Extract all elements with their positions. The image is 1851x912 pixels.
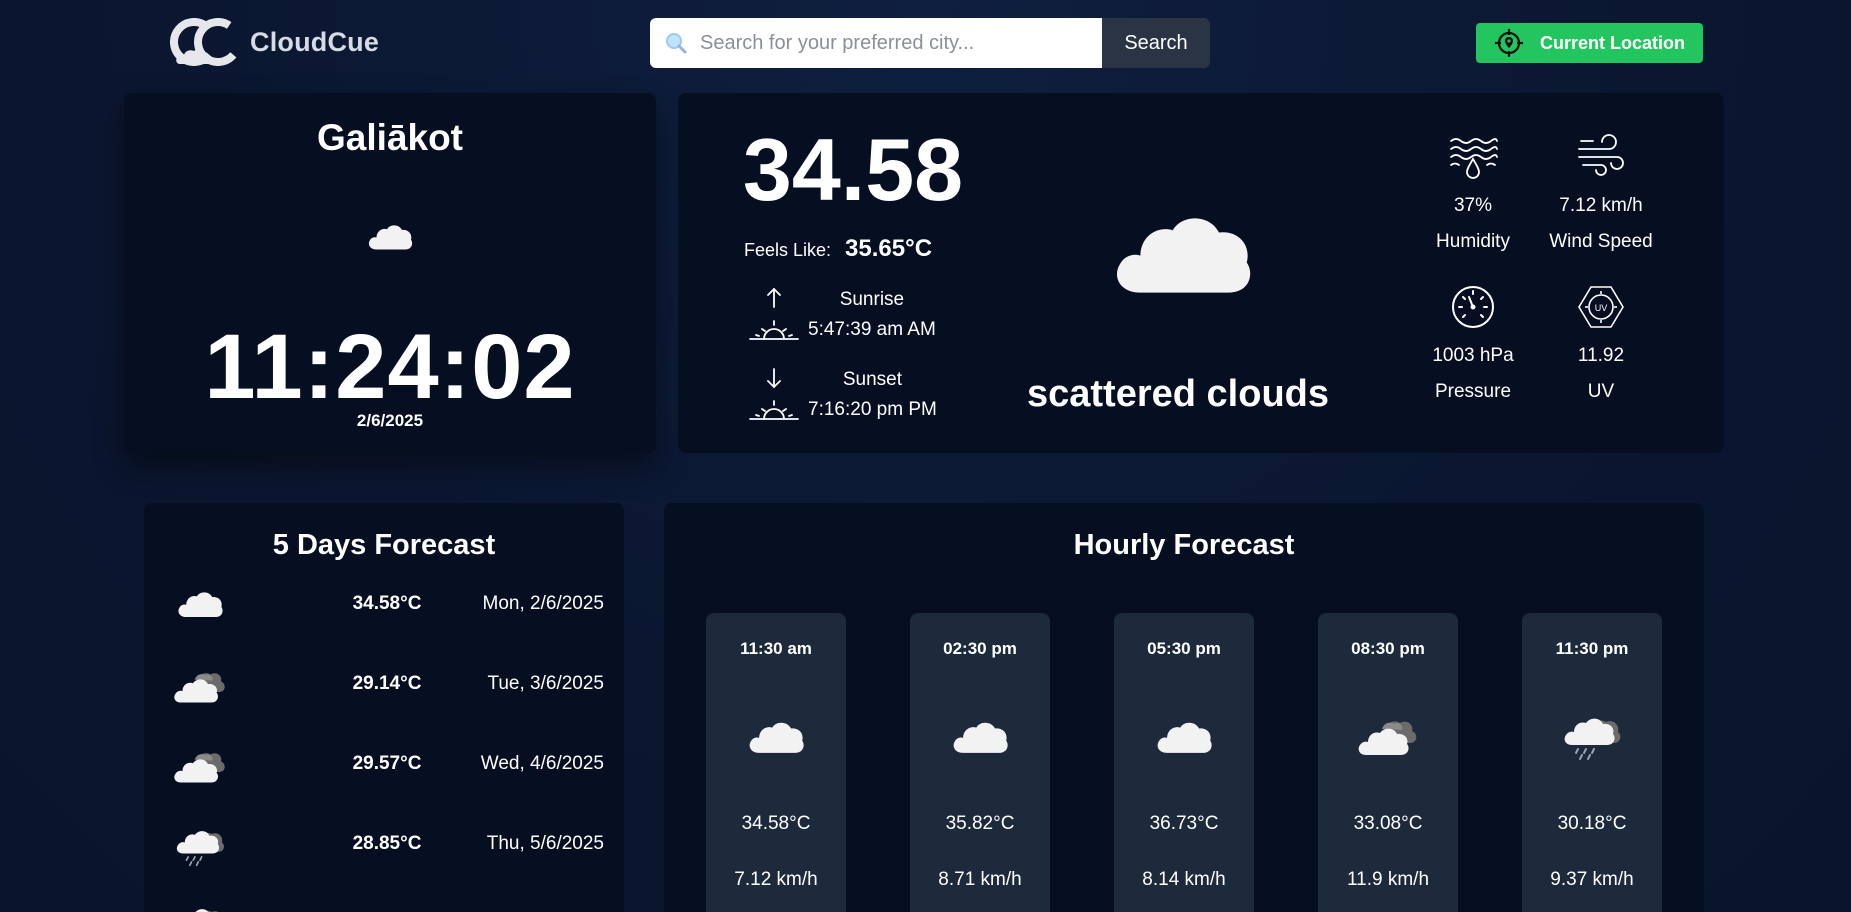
feels-like: Feels Like: 35.65°C xyxy=(744,235,932,263)
condition-cloud-icon xyxy=(1108,203,1256,299)
hourly-time: 02:30 pm xyxy=(943,639,1017,658)
hourly-item: 08:30 pm 33.08°C 11.9 km/h xyxy=(1318,613,1458,912)
forecast-temp: 28.85°C xyxy=(352,833,422,854)
search-field[interactable] xyxy=(650,18,1102,68)
hourly-time: 08:30 pm xyxy=(1351,639,1425,658)
five-day-title: 5 Days Forecast xyxy=(272,529,496,561)
wind-value: 7.12 km/h xyxy=(1559,195,1643,216)
hourly-temp: 34.58°C xyxy=(741,813,811,834)
forecast-date: Thu, 5/6/2025 xyxy=(486,833,604,854)
forecast-temp: 29.14°C xyxy=(352,673,422,694)
wind-stat: 7.12 km/h Wind Speed xyxy=(1536,133,1666,253)
humidity-icon xyxy=(1450,138,1498,179)
search-input[interactable] xyxy=(700,31,1088,55)
hourly-item: 11:30 pm 30.18°C 9.37 km/h xyxy=(1522,613,1662,912)
pressure-label: Pressure xyxy=(1434,381,1512,402)
sunset: Sunset 7:16:20 pm PM xyxy=(746,365,937,425)
uv-value: 11.92 xyxy=(1577,345,1625,366)
wind-icon xyxy=(1578,134,1624,176)
forecast-date: Wed, 4/6/2025 xyxy=(480,753,604,774)
search-bar: Search xyxy=(650,18,1210,68)
hourly-time: 05:30 pm xyxy=(1147,639,1221,658)
rain-cloud-icon xyxy=(172,901,228,912)
forecast-temp: 34.58°C xyxy=(352,593,422,614)
city-card: Galiākot 11:24:02 2/6/2025 xyxy=(124,93,656,453)
current-location-label: Current Location xyxy=(1539,32,1685,53)
uv-label: UV xyxy=(1587,381,1615,402)
cloud-icon xyxy=(953,722,1008,753)
forecast-date: Tue, 3/6/2025 xyxy=(487,673,604,694)
hourly-time: 11:30 am xyxy=(740,639,812,658)
broken-clouds-icon xyxy=(172,663,228,707)
search-icon xyxy=(666,33,687,54)
pressure-stat: 1003 hPa Pressure xyxy=(1408,283,1538,403)
sunrise-icon xyxy=(749,287,799,340)
sunset-label: Sunset xyxy=(842,369,902,390)
condition-text: scattered clouds xyxy=(1027,373,1329,415)
broken-clouds-icon xyxy=(172,743,228,787)
cloudcue-logo-icon xyxy=(170,18,242,66)
broken-clouds-icon xyxy=(1356,709,1420,761)
uv-index-icon: UV xyxy=(1578,286,1624,328)
rain-cloud-icon xyxy=(1560,709,1624,761)
wind-label: Wind Speed xyxy=(1549,231,1653,252)
pressure-gauge-icon xyxy=(1452,286,1494,328)
cloud-icon xyxy=(178,592,223,618)
forecast-row: 29.57°C Wed, 4/6/2025 xyxy=(172,743,604,787)
feels-like-label: Feels Like: xyxy=(744,240,832,260)
forecast-row: 29.14°C Tue, 3/6/2025 xyxy=(172,663,604,707)
hourly-title: Hourly Forecast xyxy=(1073,529,1295,561)
hourly-temp: 30.18°C xyxy=(1557,813,1627,834)
humidity-stat: 37% Humidity xyxy=(1408,133,1538,253)
hourly-wind: 9.37 km/h xyxy=(1550,869,1634,890)
cloud-icon xyxy=(1157,722,1212,753)
cloud-icon xyxy=(366,221,414,251)
sunset-time: 7:16:20 pm PM xyxy=(808,399,937,420)
forecast-temp: 29.57°C xyxy=(352,753,422,774)
forecast-date: Mon, 2/6/2025 xyxy=(482,593,604,614)
hourly-forecast-card: Hourly Forecast 11:30 am 34.58°C 7.12 km… xyxy=(664,503,1704,912)
current-temperature: 34.58 xyxy=(742,120,964,219)
hourly-item: 11:30 am 34.58°C 7.12 km/h xyxy=(706,613,846,912)
pressure-value: 1003 hPa xyxy=(1432,345,1514,366)
brand-name: CloudCue xyxy=(250,26,380,57)
humidity-label: Humidity xyxy=(1436,231,1510,252)
hourly-wind: 11.9 km/h xyxy=(1346,869,1430,890)
hourly-item: 02:30 pm 35.82°C 8.71 km/h xyxy=(910,613,1050,912)
brand-logo[interactable]: CloudCue xyxy=(170,18,379,66)
hourly-wind: 7.12 km/h xyxy=(734,869,818,890)
forecast-row-partial xyxy=(172,901,604,912)
city-name: Galiākot xyxy=(317,117,463,158)
hourly-item: 05:30 pm 36.73°C 8.14 km/h xyxy=(1114,613,1254,912)
sunrise: Sunrise 5:47:39 am AM xyxy=(746,285,936,345)
clock: 11:24:02 xyxy=(204,316,576,418)
hourly-time: 11:30 pm xyxy=(1555,639,1629,658)
search-button[interactable]: Search xyxy=(1102,18,1210,68)
hourly-temp: 36.73°C xyxy=(1149,813,1219,834)
uv-stat: UV 11.92 UV xyxy=(1536,283,1666,403)
feels-like-value: 35.65°C xyxy=(845,235,933,262)
hourly-temp: 35.82°C xyxy=(945,813,1015,834)
five-day-forecast-card: 5 Days Forecast 34.58°C Mon, 2/6/2025 29… xyxy=(144,503,624,912)
forecast-row: 34.58°C Mon, 2/6/2025 xyxy=(172,583,604,627)
cloud-icon xyxy=(749,722,804,753)
hourly-temp: 33.08°C xyxy=(1353,813,1423,834)
current-weather-card: 34.58 Feels Like: 35.65°C Sunrise 5:47:3… xyxy=(678,93,1724,453)
sunrise-label: Sunrise xyxy=(839,289,905,310)
forecast-row: 28.85°C Thu, 5/6/2025 xyxy=(172,823,604,867)
sunrise-time: 5:47:39 am AM xyxy=(808,319,936,340)
date: 2/6/2025 xyxy=(356,411,424,430)
rain-cloud-icon xyxy=(172,823,228,867)
location-target-icon xyxy=(1494,29,1523,57)
svg-text:UV: UV xyxy=(1595,303,1608,313)
current-location-button[interactable]: Current Location xyxy=(1476,23,1703,63)
humidity-value: 37% xyxy=(1453,195,1493,216)
sunset-icon xyxy=(749,368,799,420)
hourly-wind: 8.71 km/h xyxy=(938,869,1022,890)
hourly-wind: 8.14 km/h xyxy=(1142,869,1226,890)
